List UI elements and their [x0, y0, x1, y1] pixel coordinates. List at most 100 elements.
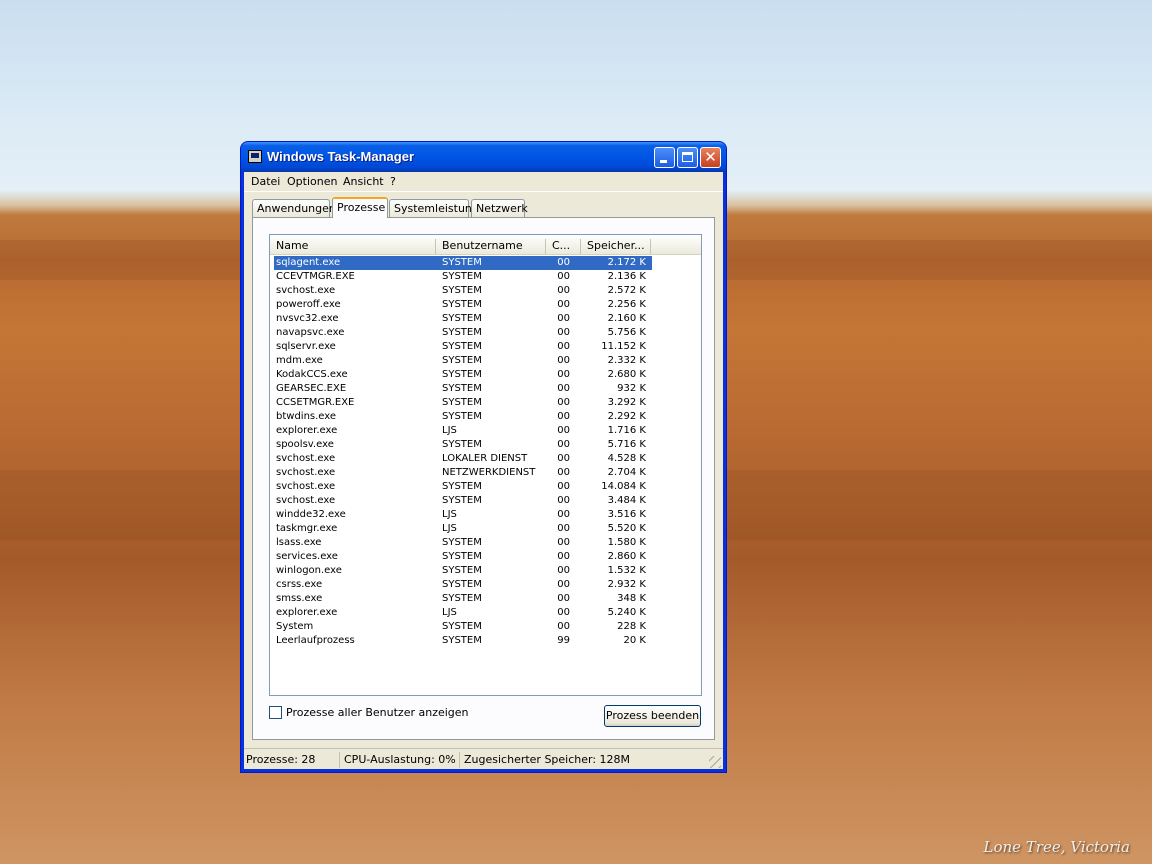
- status-bar: Prozesse: 28 CPU-Auslastung: 0% Zugesich…: [244, 748, 723, 770]
- process-cpu-cell: 00: [557, 523, 570, 534]
- column-header-cpu[interactable]: C...: [546, 239, 581, 254]
- process-memory-cell: 2.172 K: [607, 257, 646, 268]
- process-memory-cell: 1.580 K: [607, 537, 646, 548]
- process-memory-cell: 14.084 K: [601, 481, 646, 492]
- resize-grip[interactable]: [709, 756, 721, 768]
- table-row[interactable]: sqlagent.exe SYSTEM 00 2.172 K: [274, 256, 652, 270]
- process-user-cell: SYSTEM: [442, 355, 482, 366]
- table-row[interactable]: GEARSEC.EXE SYSTEM 00 932 K: [274, 382, 652, 396]
- process-memory-cell: 5.716 K: [607, 439, 646, 450]
- show-all-users-label[interactable]: Prozesse aller Benutzer anzeigen: [286, 706, 469, 719]
- table-row[interactable]: mdm.exe SYSTEM 00 2.332 K: [274, 354, 652, 368]
- process-cpu-cell: 00: [557, 509, 570, 520]
- process-memory-cell: 11.152 K: [601, 341, 646, 352]
- table-row[interactable]: poweroff.exe SYSTEM 00 2.256 K: [274, 298, 652, 312]
- process-user-cell: SYSTEM: [442, 397, 482, 408]
- process-memory-cell: 348 K: [617, 593, 646, 604]
- process-name-cell: poweroff.exe: [276, 299, 341, 310]
- process-name-cell: CCEVTMGR.EXE: [276, 271, 355, 282]
- process-name-cell: Leerlaufprozess: [276, 635, 355, 646]
- process-cpu-cell: 00: [557, 341, 570, 352]
- process-name-cell: CCSETMGR.EXE: [276, 397, 355, 408]
- end-process-button[interactable]: Prozess beenden: [604, 705, 701, 727]
- table-row[interactable]: services.exe SYSTEM 00 2.860 K: [274, 550, 652, 564]
- table-row[interactable]: svchost.exe SYSTEM 00 2.572 K: [274, 284, 652, 298]
- menu-datei[interactable]: Datei: [251, 175, 280, 188]
- process-memory-cell: 2.256 K: [607, 299, 646, 310]
- menu-ansicht[interactable]: Ansicht: [343, 175, 384, 188]
- process-memory-cell: 2.860 K: [607, 551, 646, 562]
- table-row[interactable]: spoolsv.exe SYSTEM 00 5.716 K: [274, 438, 652, 452]
- process-name-cell: services.exe: [276, 551, 338, 562]
- process-name-cell: taskmgr.exe: [276, 523, 338, 534]
- table-row[interactable]: explorer.exe LJS 00 5.240 K: [274, 606, 652, 620]
- tab-prozesse[interactable]: Prozesse: [332, 197, 388, 218]
- menu-optionen[interactable]: Optionen: [287, 175, 337, 188]
- tab-netzwerk[interactable]: Netzwerk: [471, 199, 528, 217]
- process-cpu-cell: 00: [557, 271, 570, 282]
- column-header-username[interactable]: Benutzername: [436, 239, 546, 254]
- table-row[interactable]: taskmgr.exe LJS 00 5.520 K: [274, 522, 652, 536]
- table-row[interactable]: svchost.exe SYSTEM 00 14.084 K: [274, 480, 652, 494]
- table-row[interactable]: System SYSTEM 00 228 K: [274, 620, 652, 634]
- table-row[interactable]: navapsvc.exe SYSTEM 00 5.756 K: [274, 326, 652, 340]
- process-user-cell: SYSTEM: [442, 621, 482, 632]
- status-processes: Prozesse: 28: [244, 752, 340, 768]
- process-cpu-cell: 00: [557, 537, 570, 548]
- table-row[interactable]: svchost.exe LOKALER DIENST 00 4.528 K: [274, 452, 652, 466]
- table-row[interactable]: KodakCCS.exe SYSTEM 00 2.680 K: [274, 368, 652, 382]
- menu-help[interactable]: ?: [390, 175, 396, 188]
- table-row[interactable]: windde32.exe LJS 00 3.516 K: [274, 508, 652, 522]
- process-memory-cell: 1.532 K: [607, 565, 646, 576]
- process-cpu-cell: 00: [557, 467, 570, 478]
- process-user-cell: SYSTEM: [442, 565, 482, 576]
- process-user-cell: SYSTEM: [442, 411, 482, 422]
- table-row[interactable]: explorer.exe LJS 00 1.716 K: [274, 424, 652, 438]
- process-cpu-cell: 00: [557, 551, 570, 562]
- process-memory-cell: 2.292 K: [607, 411, 646, 422]
- task-manager-icon[interactable]: [248, 150, 262, 163]
- process-memory-cell: 932 K: [617, 383, 646, 394]
- table-row[interactable]: smss.exe SYSTEM 00 348 K: [274, 592, 652, 606]
- process-user-cell: LJS: [442, 425, 457, 436]
- minimize-button[interactable]: [654, 147, 675, 168]
- process-name-cell: svchost.exe: [276, 453, 336, 464]
- process-memory-cell: 2.572 K: [607, 285, 646, 296]
- table-row[interactable]: btwdins.exe SYSTEM 00 2.292 K: [274, 410, 652, 424]
- close-button[interactable]: ✕: [700, 147, 721, 168]
- show-all-users-checkbox[interactable]: [269, 706, 282, 719]
- process-name-cell: svchost.exe: [276, 481, 336, 492]
- tab-systemleistung[interactable]: Systemleistung: [389, 199, 479, 217]
- process-user-cell: SYSTEM: [442, 327, 482, 338]
- process-list[interactable]: Name Benutzername C... Speicher... sqlag…: [269, 234, 702, 696]
- process-user-cell: LJS: [442, 607, 457, 618]
- table-row[interactable]: CCEVTMGR.EXE SYSTEM 00 2.136 K: [274, 270, 652, 284]
- close-icon: ✕: [704, 148, 717, 166]
- process-cpu-cell: 00: [557, 369, 570, 380]
- column-header-name[interactable]: Name: [270, 239, 436, 254]
- tab-anwendungen[interactable]: Anwendungen: [252, 199, 336, 217]
- process-name-cell: windde32.exe: [276, 509, 346, 520]
- table-row[interactable]: winlogon.exe SYSTEM 00 1.532 K: [274, 564, 652, 578]
- table-row[interactable]: svchost.exe NETZWERKDIENST 00 2.704 K: [274, 466, 652, 480]
- table-row[interactable]: Leerlaufprozess SYSTEM 99 20 K: [274, 634, 652, 648]
- process-cpu-cell: 00: [557, 355, 570, 366]
- process-name-cell: KodakCCS.exe: [276, 369, 348, 380]
- status-memory: Zugesicherter Speicher: 128M: [464, 753, 631, 766]
- process-name-cell: explorer.exe: [276, 425, 338, 436]
- process-memory-cell: 5.756 K: [607, 327, 646, 338]
- process-cpu-cell: 00: [557, 453, 570, 464]
- maximize-button[interactable]: [677, 147, 698, 168]
- process-name-cell: winlogon.exe: [276, 565, 342, 576]
- table-row[interactable]: csrss.exe SYSTEM 00 2.932 K: [274, 578, 652, 592]
- table-row[interactable]: svchost.exe SYSTEM 00 3.484 K: [274, 494, 652, 508]
- table-row[interactable]: nvsvc32.exe SYSTEM 00 2.160 K: [274, 312, 652, 326]
- column-header-memory[interactable]: Speicher...: [581, 239, 651, 254]
- process-user-cell: SYSTEM: [442, 257, 482, 268]
- process-name-cell: csrss.exe: [276, 579, 323, 590]
- table-row[interactable]: CCSETMGR.EXE SYSTEM 00 3.292 K: [274, 396, 652, 410]
- wallpaper-caption: Lone Tree, Victoria: [983, 838, 1131, 856]
- title-bar[interactable]: Windows Task-Manager ✕: [241, 142, 726, 172]
- table-row[interactable]: lsass.exe SYSTEM 00 1.580 K: [274, 536, 652, 550]
- table-row[interactable]: sqlservr.exe SYSTEM 00 11.152 K: [274, 340, 652, 354]
